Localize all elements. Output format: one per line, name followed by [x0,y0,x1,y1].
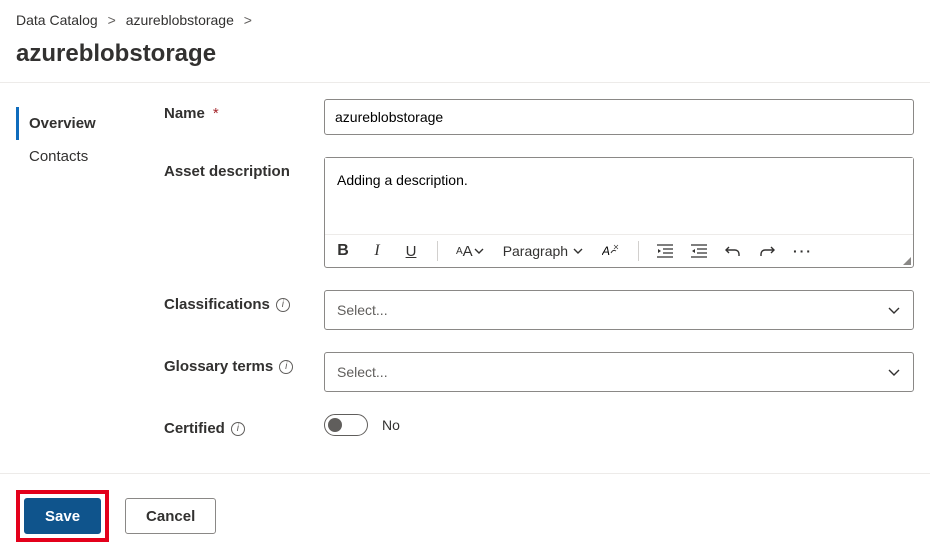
description-textarea[interactable]: Adding a description. [325,158,913,234]
redo-icon[interactable] [759,241,775,261]
required-indicator: * [213,105,219,122]
more-icon[interactable]: ··· [793,241,813,261]
breadcrumb-item[interactable]: azureblobstorage [126,12,234,28]
certified-value: No [382,417,400,433]
left-nav: Overview Contacts [0,99,150,459]
info-icon[interactable]: i [276,298,290,312]
svg-text:A: A [602,244,610,258]
italic-icon[interactable]: I [369,241,385,261]
breadcrumb-root[interactable]: Data Catalog [16,12,98,28]
description-label: Asset description [164,157,324,180]
classifications-select[interactable]: Select... [324,290,914,330]
cancel-button[interactable]: Cancel [125,498,216,534]
info-icon[interactable]: i [279,360,293,374]
glossary-select[interactable]: Select... [324,352,914,392]
paragraph-dropdown[interactable]: Paragraph [503,241,584,261]
separator [437,241,438,261]
info-icon[interactable]: i [231,422,245,436]
glossary-label: Glossary terms i [164,352,324,375]
chevron-down-icon [887,365,901,379]
nav-contacts[interactable]: Contacts [16,140,150,173]
outdent-icon[interactable] [657,241,673,261]
chevron-right-icon: > [108,12,116,28]
underline-icon[interactable]: U [403,241,419,261]
resize-handle-icon[interactable] [901,255,911,265]
name-label: Name* [164,99,324,122]
name-input[interactable] [324,99,914,135]
separator [638,241,639,261]
font-size-icon[interactable]: AA [456,241,485,261]
page-title: azureblobstorage [0,36,930,82]
classifications-label: Classifications i [164,290,324,313]
nav-overview[interactable]: Overview [16,107,150,140]
indent-icon[interactable] [691,241,707,261]
breadcrumb: Data Catalog > azureblobstorage > [0,0,930,36]
clear-formatting-icon[interactable]: A [602,241,620,261]
rich-text-toolbar: B I U AA Paragraph A [325,234,913,267]
certified-label: Certified i [164,414,324,437]
toggle-knob [328,418,342,432]
chevron-down-icon [887,303,901,317]
footer: Save Cancel [0,473,930,558]
annotation-highlight: Save [16,490,109,542]
save-button[interactable]: Save [24,498,101,534]
certified-toggle[interactable] [324,414,368,436]
undo-icon[interactable] [725,241,741,261]
chevron-right-icon: > [244,12,252,28]
bold-icon[interactable]: B [335,241,351,261]
